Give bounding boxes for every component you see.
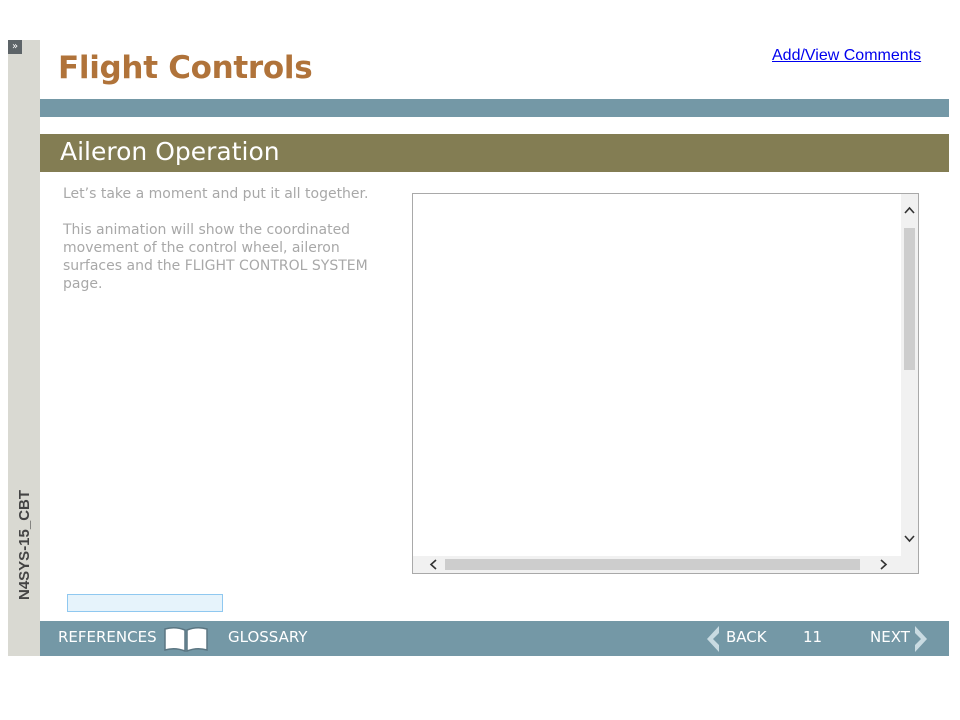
body-text: Let’s take a moment and put it all toget… [63,185,393,311]
next-arrow-icon[interactable] [913,625,929,653]
small-input-field[interactable] [67,594,223,612]
scroll-down-icon[interactable] [901,530,918,547]
vertical-scrollbar[interactable] [901,194,918,558]
scroll-up-icon[interactable] [901,202,918,219]
scroll-right-icon[interactable] [875,556,892,573]
scroll-corner [901,556,918,573]
page-number: 11 [803,628,823,646]
add-view-comments-link[interactable]: Add/View Comments [772,47,921,65]
back-arrow-icon[interactable] [705,625,721,653]
horizontal-scroll-thumb[interactable] [445,559,860,570]
book-icon[interactable] [163,626,209,652]
back-button[interactable]: BACK [726,628,767,646]
animation-frame[interactable] [412,193,919,574]
course-id-label: N4SYS-15_CBT [16,489,33,600]
expand-menu-button[interactable]: » [8,40,22,54]
page-title: Flight Controls [58,50,313,86]
vertical-scroll-thumb[interactable] [904,228,915,370]
intro-paragraph: Let’s take a moment and put it all toget… [63,186,369,202]
scroll-left-icon[interactable] [425,556,442,573]
section-title: Aileron Operation [60,137,280,166]
horizontal-scrollbar[interactable] [413,556,901,573]
next-button[interactable]: NEXT [870,628,910,646]
header-band [40,99,949,117]
glossary-button[interactable]: GLOSSARY [228,628,307,646]
description-paragraph: This animation will show the coordinated… [63,222,368,292]
references-button[interactable]: REFERENCES [58,628,157,646]
